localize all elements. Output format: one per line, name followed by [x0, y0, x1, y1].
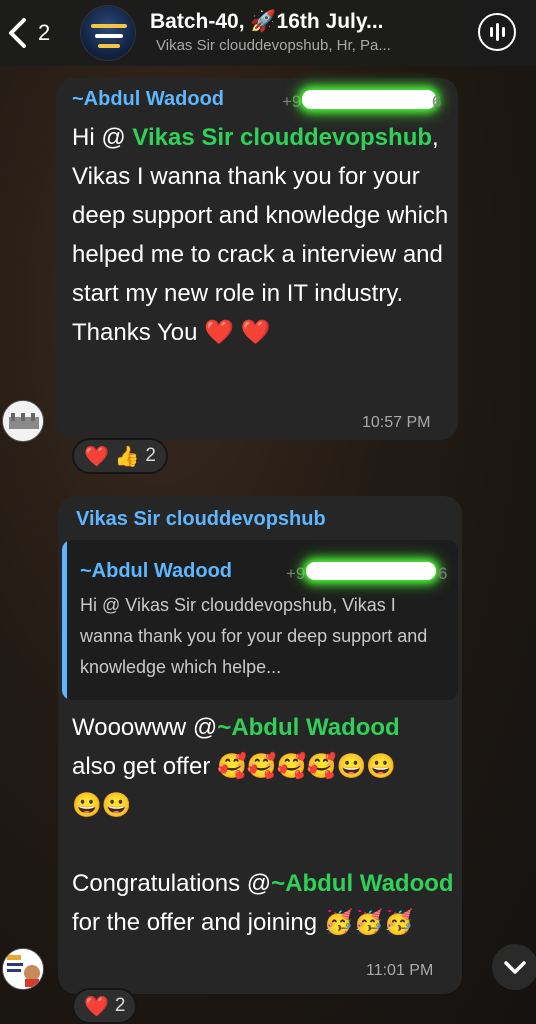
voice-chat-icon[interactable]: [478, 13, 516, 51]
emoji-group: 😀😀: [72, 792, 132, 819]
chat-header: 2 Batch-40, 🚀16th July... Vikas Sir clou…: [0, 0, 536, 66]
reaction-emojis: ❤️ 👍: [84, 445, 140, 468]
unread-count[interactable]: 2: [38, 20, 50, 46]
phone-suffix: 6: [432, 92, 442, 111]
quote-text: Hi @ Vikas Sir clouddevopshub, Vikas I w…: [80, 595, 428, 677]
reaction-chip[interactable]: ❤️ 2: [72, 988, 138, 1024]
group-avatar[interactable]: [80, 5, 136, 61]
message-time: 11:01 PM: [366, 962, 434, 979]
mention-link[interactable]: ~Abdul Wadood: [271, 870, 453, 897]
message-bubble[interactable]: Vikas Sir clouddevopshub ~Abdul Wadood +…: [58, 496, 462, 994]
reaction-chip[interactable]: ❤️ 👍 2: [72, 438, 168, 474]
phone-prefix: +9: [286, 564, 306, 583]
emoji-group: 🥳🥳🥳: [323, 909, 414, 936]
reaction-count: 2: [114, 995, 126, 1016]
quote-bar: [62, 540, 67, 700]
phone-prefix: +9: [282, 92, 302, 111]
phone-suffix: 6: [438, 564, 448, 583]
sender-avatar[interactable]: [2, 400, 44, 442]
emoji-group: 🥰🥰🥰🥰😀😀: [217, 753, 397, 780]
reaction-count: 2: [145, 445, 156, 466]
mention-link[interactable]: Vikas Sir clouddevopshub: [132, 124, 432, 151]
chevron-left-icon[interactable]: [4, 14, 30, 52]
mention-link[interactable]: ~Abdul Wadood: [217, 714, 399, 741]
scroll-to-bottom-button[interactable]: [492, 944, 536, 990]
message-text: Wooowww @~Abdul Wadood also get offer 🥰🥰…: [72, 714, 454, 936]
message-bubble[interactable]: ~Abdul Wadood +9 6 Hi @ Vikas Sir cloudd…: [56, 78, 458, 440]
message-text: Hi @ Vikas Sir clouddevopshub, Vikas I w…: [72, 124, 449, 346]
chat-subtitle[interactable]: Vikas Sir clouddevopshub, Hr, Pa...: [156, 37, 391, 54]
heart-emoji: ❤️ ❤️: [204, 319, 271, 346]
quoted-message[interactable]: ~Abdul Wadood +9 6 Hi @ Vikas Sir cloudd…: [62, 540, 458, 700]
redaction-mark: [302, 90, 436, 109]
chat-title[interactable]: Batch-40, 🚀16th July...: [150, 10, 384, 34]
message-sender[interactable]: Vikas Sir clouddevopshub: [76, 508, 326, 531]
message-sender[interactable]: ~Abdul Wadood: [72, 88, 224, 111]
chevron-down-icon: [504, 961, 526, 974]
redaction-mark: [306, 562, 436, 580]
message-time: 10:57 PM: [362, 414, 431, 431]
reaction-emojis: ❤️: [84, 995, 109, 1018]
quote-sender: ~Abdul Wadood: [80, 560, 233, 582]
sender-avatar[interactable]: [2, 948, 44, 990]
